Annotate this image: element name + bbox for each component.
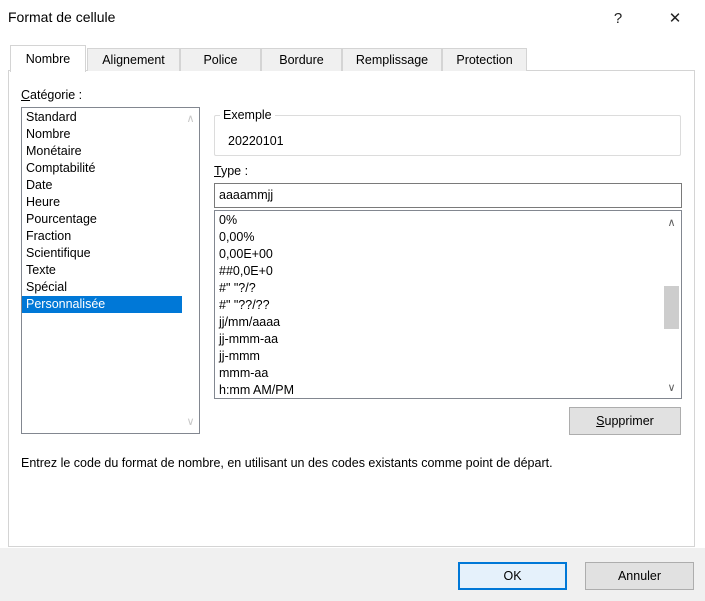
category-label: Catégorie : bbox=[21, 88, 83, 102]
format-list-item[interactable]: 0,00% bbox=[215, 229, 659, 246]
type-format-listbox[interactable]: 0% 0,00% 0,00E+00 ##0,0E+0 #" "?/? #" "??/?? j… bbox=[214, 210, 682, 399]
tab-nombre[interactable]: Nombre bbox=[10, 45, 86, 72]
category-listbox[interactable]: Standard Nombre Monétaire Comptabilité Date H… bbox=[21, 107, 200, 434]
format-list-item[interactable]: h:mm AM/PM bbox=[215, 382, 659, 398]
scroll-up-icon[interactable]: ∧ bbox=[182, 110, 199, 127]
category-item[interactable]: Texte bbox=[22, 262, 182, 279]
category-item[interactable]: Comptabilité bbox=[22, 160, 182, 177]
scroll-down-icon[interactable]: ∨ bbox=[182, 413, 199, 430]
format-list-item[interactable]: 0% bbox=[215, 212, 659, 229]
category-scrollbar[interactable]: ∧ ∨ bbox=[182, 108, 199, 433]
type-input[interactable]: aaaammjj bbox=[214, 183, 682, 208]
tab-remplissage[interactable]: Remplissage bbox=[342, 48, 442, 71]
type-list-scrollbar[interactable]: ∧ ∨ bbox=[662, 211, 681, 398]
category-item[interactable]: Standard bbox=[22, 109, 182, 126]
help-icon: ? bbox=[613, 9, 623, 27]
category-item[interactable]: Pourcentage bbox=[22, 211, 182, 228]
cancel-button[interactable]: Annuler bbox=[585, 562, 694, 590]
example-label: Exemple bbox=[220, 108, 275, 122]
dialog-title: Format de cellule bbox=[8, 9, 116, 25]
ok-button[interactable]: OK bbox=[458, 562, 567, 590]
category-item[interactable]: Nombre bbox=[22, 126, 182, 143]
category-item[interactable]: Fraction bbox=[22, 228, 182, 245]
delete-button[interactable]: Supprimer bbox=[569, 407, 681, 435]
format-list-item[interactable]: ##0,0E+0 bbox=[215, 263, 659, 280]
example-value: 20220101 bbox=[228, 134, 284, 148]
format-list-item[interactable]: jj-mmm-aa bbox=[215, 331, 659, 348]
tab-bordure[interactable]: Bordure bbox=[261, 48, 342, 71]
category-item[interactable]: Date bbox=[22, 177, 182, 194]
scroll-up-icon[interactable]: ∧ bbox=[662, 214, 681, 231]
tab-protection[interactable]: Protection bbox=[442, 48, 527, 71]
format-list-item[interactable]: #" "??/?? bbox=[215, 297, 659, 314]
tab-police[interactable]: Police bbox=[180, 48, 261, 71]
format-list-item[interactable]: jj-mmm bbox=[215, 348, 659, 365]
format-list-item[interactable]: jj/mm/aaaa bbox=[215, 314, 659, 331]
close-button[interactable]: ✕ bbox=[658, 4, 692, 32]
close-icon: ✕ bbox=[668, 10, 682, 27]
category-item[interactable]: Heure bbox=[22, 194, 182, 211]
category-item[interactable]: Scientifique bbox=[22, 245, 182, 262]
description-text: Entrez le code du format de nombre, en u… bbox=[21, 456, 553, 470]
format-list-item[interactable]: mmm-aa bbox=[215, 365, 659, 382]
category-item[interactable]: Monétaire bbox=[22, 143, 182, 160]
category-item[interactable]: Personnalisée bbox=[22, 296, 182, 313]
example-groupbox bbox=[214, 115, 681, 156]
format-list-item[interactable]: #" "?/? bbox=[215, 280, 659, 297]
help-button[interactable]: ? bbox=[601, 4, 635, 32]
format-list-item[interactable]: 0,00E+00 bbox=[215, 246, 659, 263]
type-label: Type : bbox=[214, 164, 249, 178]
scroll-thumb[interactable] bbox=[664, 286, 679, 329]
category-item[interactable]: Spécial bbox=[22, 279, 182, 296]
tab-alignement[interactable]: Alignement bbox=[87, 48, 180, 71]
scroll-down-icon[interactable]: ∨ bbox=[662, 379, 681, 396]
